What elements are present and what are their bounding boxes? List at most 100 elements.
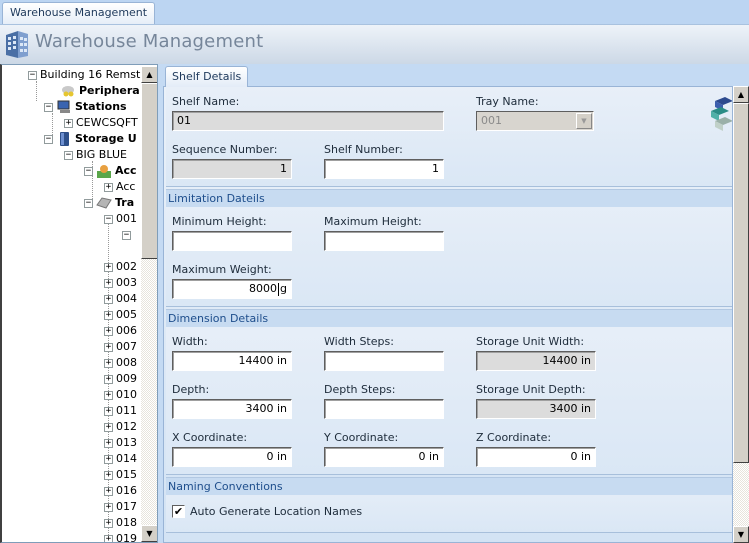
tree-node-tray[interactable]: +004 — [104, 291, 137, 307]
expand-icon[interactable]: + — [64, 118, 73, 128]
expand-icon[interactable]: + — [104, 422, 113, 432]
tree-node-tray[interactable]: +005 — [104, 307, 137, 323]
max-weight-field[interactable]: 8000 g — [172, 279, 292, 299]
tab-shelf-details[interactable]: Shelf Details — [165, 66, 249, 87]
expand-icon[interactable]: + — [104, 342, 113, 352]
tree-node-tray[interactable]: +006 — [104, 323, 137, 339]
location-tree[interactable]: − Building 16 Remst Periphera − Stations +… — [0, 64, 158, 543]
tree-node-tray[interactable]: +015 — [104, 467, 137, 483]
scroll-down-button[interactable]: ▼ — [733, 526, 749, 543]
expand-icon[interactable]: + — [104, 294, 113, 304]
shelf-name-label: Shelf Name: — [172, 95, 240, 108]
tree-node-tray[interactable]: +018 — [104, 515, 137, 531]
tree-node-building[interactable]: − Building 16 Remst — [28, 67, 140, 83]
width-steps-field[interactable] — [324, 351, 444, 371]
expand-icon[interactable]: + — [104, 518, 113, 528]
tree-node-trays[interactable]: − Tra — [84, 195, 134, 211]
tree-node-tray[interactable]: +008 — [104, 355, 137, 371]
expand-icon[interactable]: + — [104, 502, 113, 512]
tree-node-tray[interactable]: +019 — [104, 531, 137, 542]
shelf-number-field[interactable]: 1 — [324, 159, 444, 179]
sequence-number-label: Sequence Number: — [172, 143, 278, 156]
auto-generate-label[interactable]: Auto Generate Location Names — [190, 505, 362, 518]
collapse-icon[interactable]: − — [84, 198, 93, 208]
expand-icon[interactable]: + — [104, 310, 113, 320]
dimension-header: Dimension Details — [166, 309, 732, 327]
scroll-thumb[interactable] — [141, 83, 157, 259]
collapse-icon[interactable]: − — [44, 134, 53, 144]
app-header: Warehouse Management — [0, 24, 749, 64]
shelf-group: Shelf Name: 01 Tray Name: 001 ▼ Sequence… — [166, 87, 732, 187]
tree-node-tray[interactable]: +017 — [104, 499, 137, 515]
collapse-icon[interactable]: − — [64, 150, 73, 160]
collapse-icon[interactable]: − — [104, 214, 113, 224]
max-height-field[interactable] — [324, 231, 444, 251]
storage-unit-icon — [60, 132, 69, 146]
building-icon — [6, 31, 28, 58]
x-coordinate-field[interactable]: 0 in — [172, 447, 292, 467]
tree-node-stations[interactable]: − Stations — [44, 99, 127, 115]
tree-node-tray[interactable]: +016 — [104, 483, 137, 499]
depth-steps-field[interactable] — [324, 399, 444, 419]
expand-icon[interactable]: + — [104, 438, 113, 448]
naming-group: Naming Conventions ✔ Auto Generate Locat… — [166, 477, 732, 533]
expand-icon[interactable]: + — [104, 454, 113, 464]
expand-icon[interactable]: + — [104, 326, 113, 336]
tree-node-station[interactable]: + CEWCSQFT — [64, 115, 138, 131]
y-coordinate-field[interactable]: 0 in — [324, 447, 444, 467]
collapse-icon[interactable]: − — [84, 166, 93, 176]
auto-generate-checkbox[interactable]: ✔ — [172, 505, 185, 518]
collapse-icon[interactable]: − — [44, 102, 53, 112]
tree-scrollbar[interactable]: ▲ ▼ — [141, 66, 157, 542]
expand-icon[interactable]: + — [104, 534, 113, 542]
tree-node-tray-001[interactable]: −001 — [104, 211, 137, 227]
naming-header: Naming Conventions — [166, 477, 732, 495]
chevron-down-icon[interactable]: ▼ — [576, 113, 592, 129]
tree-node-accessories[interactable]: − Acc — [84, 163, 137, 179]
tree-node-shelf-01[interactable]: − — [122, 227, 134, 243]
width-field[interactable]: 14400 in — [172, 351, 292, 371]
tree-node-storage-units[interactable]: − Storage U — [44, 131, 137, 147]
z-coordinate-field[interactable]: 0 in — [476, 447, 596, 467]
expand-icon[interactable]: + — [104, 486, 113, 496]
tree-node-tray[interactable]: +002 — [104, 259, 137, 275]
text-cursor — [278, 282, 280, 296]
dimension-group: Dimension Details Width: 14400 in Width … — [166, 309, 732, 475]
tree-node-tray[interactable]: +009 — [104, 371, 137, 387]
tree-node-tray[interactable]: +014 — [104, 451, 137, 467]
sequence-number-field[interactable]: 1 — [172, 159, 292, 179]
storage-unit-width-field[interactable]: 14400 in — [476, 351, 596, 371]
expand-icon[interactable]: + — [104, 406, 113, 416]
tree-node-tray[interactable]: +007 — [104, 339, 137, 355]
scroll-up-button[interactable]: ▲ — [141, 66, 157, 83]
scroll-thumb[interactable] — [733, 103, 749, 463]
limitation-header: Limitation Dateils — [166, 189, 732, 207]
tree-node-tray[interactable]: +010 — [104, 387, 137, 403]
tree-node-peripherals[interactable]: Periphera — [60, 83, 140, 99]
scroll-up-button[interactable]: ▲ — [733, 86, 749, 103]
shelf-name-field[interactable]: 01 — [172, 111, 444, 131]
collapse-icon[interactable]: − — [122, 230, 131, 240]
min-height-field[interactable] — [172, 231, 292, 251]
collapse-icon[interactable]: − — [28, 70, 37, 80]
tree-node-accessory[interactable]: + Acc — [104, 179, 135, 195]
expand-icon[interactable]: + — [104, 390, 113, 400]
main-scrollbar[interactable]: ▲ ▼ — [733, 86, 749, 543]
expand-icon[interactable]: + — [104, 182, 113, 192]
tray-name-select[interactable]: 001 ▼ — [476, 111, 594, 131]
storage-unit-depth-field[interactable]: 3400 in — [476, 399, 596, 419]
expand-icon[interactable]: + — [104, 358, 113, 368]
tree-node-tray[interactable]: +003 — [104, 275, 137, 291]
tree-node-tray[interactable]: +011 — [104, 403, 137, 419]
computer-icon — [57, 100, 70, 113]
depth-field[interactable]: 3400 in — [172, 399, 292, 419]
expand-icon[interactable]: + — [104, 278, 113, 288]
tree-node-big-blue[interactable]: − BIG BLUE — [64, 147, 127, 163]
tree-node-tray[interactable]: +012 — [104, 419, 137, 435]
scroll-down-button[interactable]: ▼ — [141, 525, 157, 542]
expand-icon[interactable]: + — [104, 470, 113, 480]
tab-warehouse-management[interactable]: Warehouse Management — [2, 2, 156, 24]
expand-icon[interactable]: + — [104, 262, 113, 272]
tree-node-tray[interactable]: +013 — [104, 435, 137, 451]
expand-icon[interactable]: + — [104, 374, 113, 384]
